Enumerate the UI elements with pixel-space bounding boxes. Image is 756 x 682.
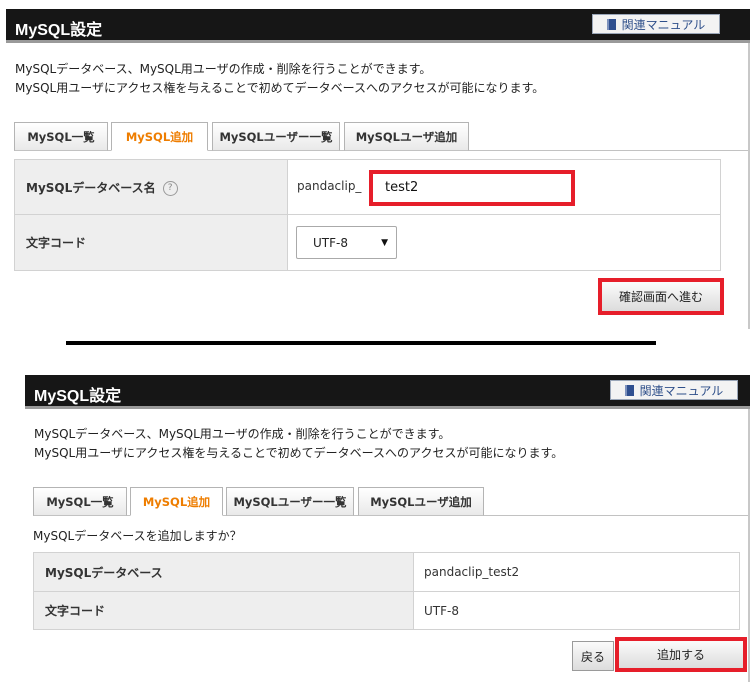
add-database-label: 追加する	[656, 648, 705, 662]
related-manual-button[interactable]: 関連マニュアル	[592, 14, 720, 34]
tab-bar: MySQL一覧 MySQL追加 MySQLユーザー一覧 MySQLユーザ追加	[33, 485, 750, 516]
proceed-to-confirm-label: 確認画面へ進む	[618, 290, 703, 304]
book-icon	[624, 384, 634, 396]
add-database-button[interactable]: 追加する	[615, 637, 747, 672]
table-row: MySQLデータベース pandaclip_test2	[33, 552, 740, 592]
table-row: 文字コード UTF-8	[33, 591, 740, 630]
mysql-settings-panel-confirm: MySQL設定 関連マニュアル MySQLデータベース、MySQL用ユーザの作成…	[25, 375, 750, 682]
charset-selected-value: UTF-8	[313, 235, 348, 250]
tab-mysql-user-add[interactable]: MySQLユーザ追加	[358, 487, 484, 516]
tab-mysql-user-list[interactable]: MySQLユーザー一覧	[226, 487, 354, 516]
panel-description: MySQLデータベース、MySQL用ユーザの作成・削除を行うことができます。 M…	[34, 425, 563, 463]
description-line-1: MySQLデータベース、MySQL用ユーザの作成・削除を行うことができます。	[34, 427, 451, 441]
tab-bar: MySQL一覧 MySQL追加 MySQLユーザー一覧 MySQLユーザ追加	[14, 120, 750, 151]
db-name-prefix: pandaclip_	[297, 179, 362, 193]
charset-select[interactable]: UTF-8 ▼	[296, 226, 397, 259]
tab-mysql-list[interactable]: MySQL一覧	[33, 487, 127, 516]
panel-title-bar: MySQL設定 関連マニュアル	[6, 9, 750, 43]
book-icon	[606, 18, 616, 30]
related-manual-label: 関連マニュアル	[639, 383, 724, 398]
panel-description: MySQLデータベース、MySQL用ユーザの作成・削除を行うことができます。 M…	[15, 60, 544, 98]
confirm-charset-label: 文字コード	[33, 591, 414, 630]
related-manual-label: 関連マニュアル	[621, 17, 706, 32]
back-label: 戻る	[580, 649, 605, 664]
tab-mysql-user-add[interactable]: MySQLユーザ追加	[344, 122, 469, 151]
confirm-table: MySQLデータベース pandaclip_test2 文字コード UTF-8	[33, 552, 740, 630]
proceed-to-confirm-button[interactable]: 確認画面へ進む	[598, 278, 724, 315]
confirm-db-value: pandaclip_test2	[413, 552, 740, 592]
related-manual-button[interactable]: 関連マニュアル	[610, 380, 738, 400]
mysql-settings-panel-add: MySQL設定 関連マニュアル MySQLデータベース、MySQL用ユーザの作成…	[6, 9, 750, 329]
panel-title-bar: MySQL設定 関連マニュアル	[25, 375, 750, 409]
description-line-1: MySQLデータベース、MySQL用ユーザの作成・削除を行うことができます。	[15, 62, 432, 76]
confirm-db-label: MySQLデータベース	[33, 552, 414, 592]
panel-title: MySQL設定	[15, 22, 103, 39]
description-line-2: MySQL用ユーザにアクセス権を与えることで初めてデータベースへのアクセスが可能…	[15, 81, 545, 95]
question-circle-icon[interactable]: ?	[162, 180, 178, 196]
tab-mysql-list[interactable]: MySQL一覧	[14, 122, 108, 151]
tab-mysql-user-list[interactable]: MySQLユーザー一覧	[212, 122, 340, 151]
tab-mysql-add[interactable]: MySQL追加	[130, 487, 223, 516]
charset-label: 文字コード	[14, 214, 288, 271]
confirm-charset-value: UTF-8	[413, 591, 740, 630]
db-name-row-header: MySQLデータベース名?	[14, 159, 288, 215]
back-button[interactable]: 戻る	[572, 641, 614, 671]
db-name-input[interactable]: test2	[369, 170, 575, 206]
caret-down-icon: ▼	[381, 237, 388, 248]
confirm-message: MySQLデータベースを追加しますか？	[33, 529, 242, 543]
panel-title: MySQL設定	[34, 388, 122, 405]
db-name-label: MySQLデータベース名	[26, 180, 156, 195]
tab-mysql-add[interactable]: MySQL追加	[111, 122, 208, 151]
section-divider	[66, 341, 656, 345]
description-line-2: MySQL用ユーザにアクセス権を与えることで初めてデータベースへのアクセスが可能…	[34, 446, 564, 460]
